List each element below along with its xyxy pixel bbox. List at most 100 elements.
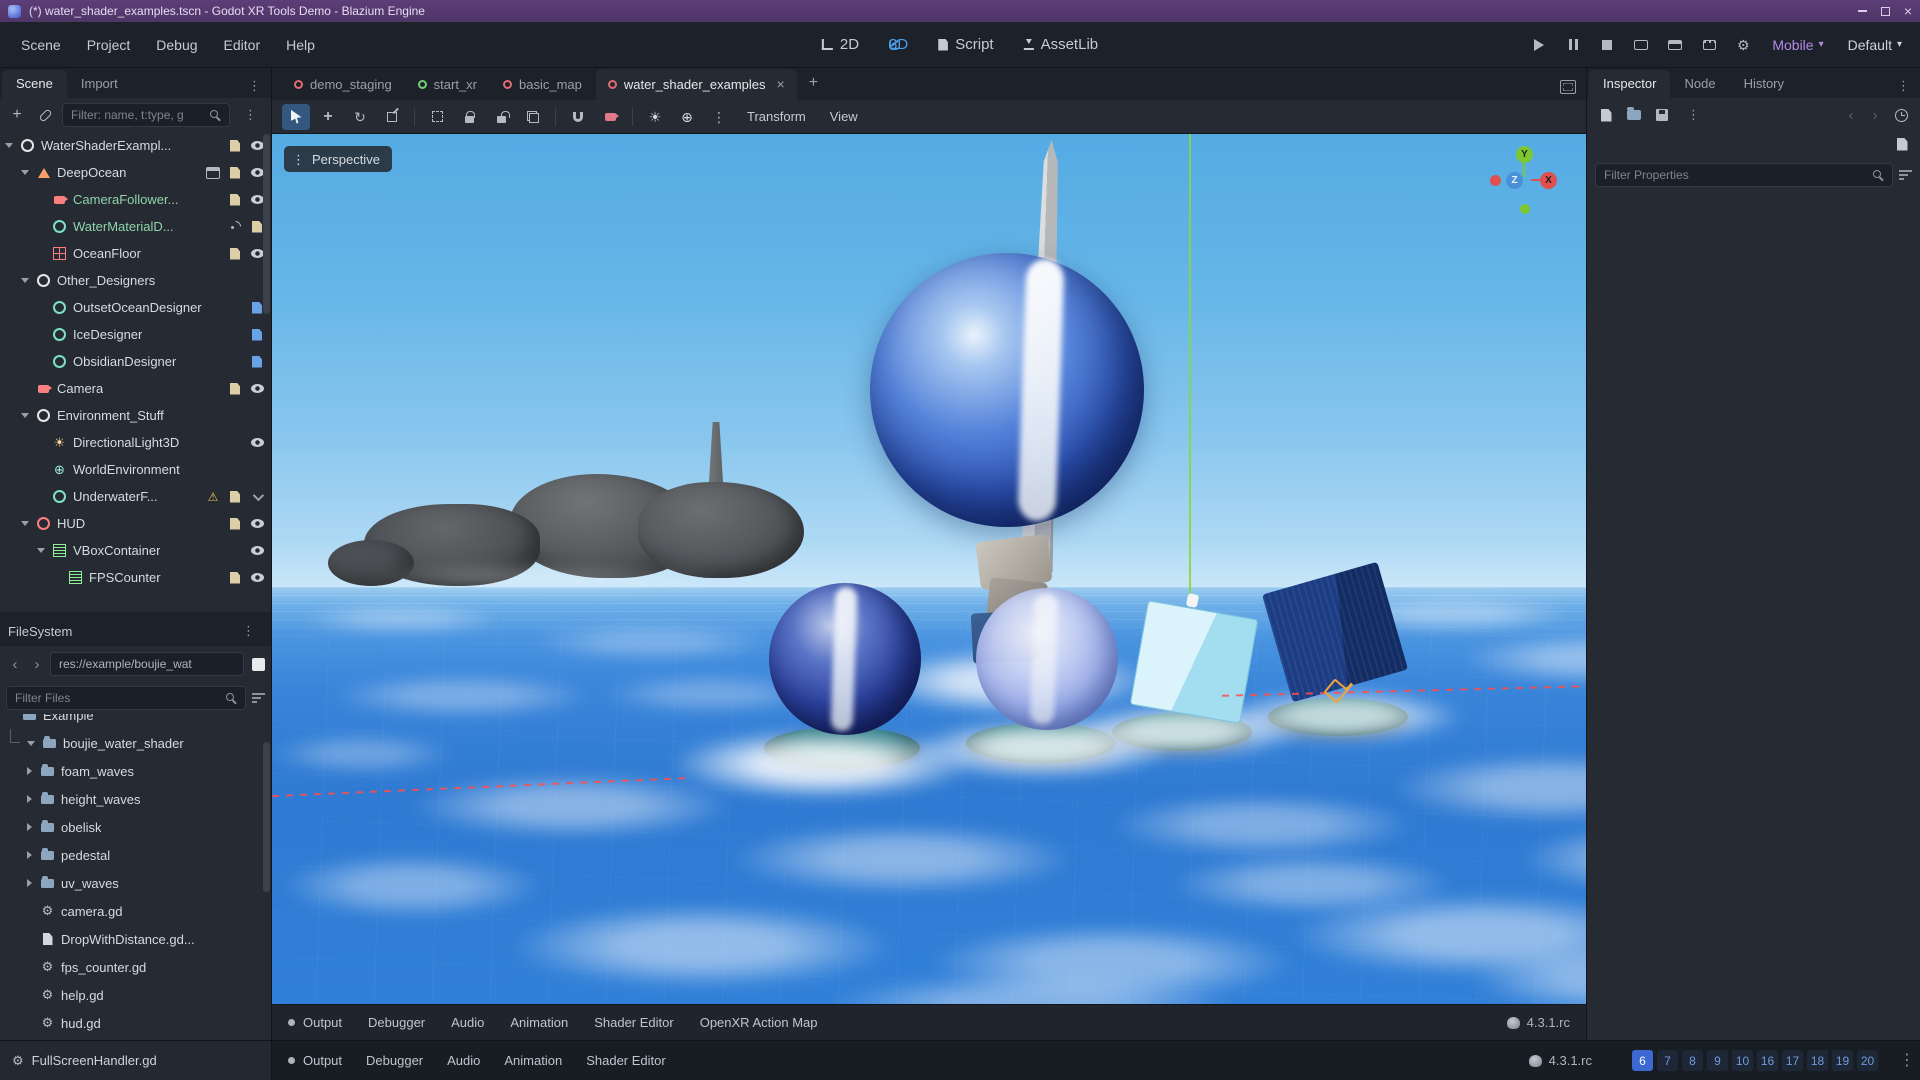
file-row[interactable]: uv_waves	[0, 869, 271, 897]
add-node-button[interactable]: +	[6, 104, 28, 126]
lock-node-button[interactable]	[455, 104, 483, 130]
page-button[interactable]: 17	[1782, 1050, 1803, 1071]
mode-2d[interactable]: 2D	[812, 30, 869, 59]
file-row[interactable]: foam_waves	[0, 757, 271, 785]
close-button[interactable]: ×	[1904, 6, 1912, 16]
scene-node-row[interactable]: Environment_Stuff	[0, 402, 271, 429]
play-scene-button[interactable]	[1696, 33, 1722, 57]
move-tool-button[interactable]: +	[314, 104, 342, 130]
page-button[interactable]: 16	[1757, 1050, 1778, 1071]
snap-toggle-button[interactable]	[564, 104, 592, 130]
sort-files-icon[interactable]	[252, 693, 265, 704]
statusbar-tab-output[interactable]: Output	[288, 1053, 342, 1068]
play-button[interactable]	[1526, 33, 1552, 57]
expand-arrow[interactable]	[20, 521, 30, 526]
scene-node-row[interactable]: FPSCounter	[0, 564, 271, 591]
scene-filter-input[interactable]	[62, 103, 230, 127]
file-row[interactable]: ⚙fps_counter.gd	[0, 953, 271, 981]
scene-tab-start_xr[interactable]: start_xr	[406, 70, 489, 100]
file-row[interactable]: ⚙hud.gd	[0, 1009, 271, 1037]
statusbar-tab-animation[interactable]: Animation	[504, 1053, 562, 1068]
page-button[interactable]: 10	[1732, 1050, 1753, 1071]
expand-arrow[interactable]	[26, 741, 36, 746]
statusbar-tab-debugger[interactable]: Debugger	[366, 1053, 423, 1068]
bottom-panel-tab-openxr-action-map[interactable]: OpenXR Action Map	[700, 1015, 818, 1030]
tool-script-icon[interactable]	[249, 327, 265, 343]
dock-options-button[interactable]: ⋮	[1889, 75, 1918, 98]
transform-menu[interactable]: Transform	[737, 104, 816, 129]
x-axis-ball[interactable]: X	[1540, 172, 1557, 189]
tab-import[interactable]: Import	[67, 70, 132, 98]
menu-help[interactable]: Help	[275, 32, 326, 58]
scene-node-row[interactable]: Camera	[0, 375, 271, 402]
preview-sun-button[interactable]: ☀	[641, 104, 669, 130]
visibility-eye-icon[interactable]	[249, 570, 265, 586]
scene-node-row[interactable]: ☀DirectionalLight3D	[0, 429, 271, 456]
scene-node-row[interactable]: Other_Designers	[0, 267, 271, 294]
load-resource-button[interactable]	[1623, 104, 1645, 126]
preview-environment-button[interactable]: ⊕	[673, 104, 701, 130]
script-icon[interactable]	[227, 381, 243, 397]
view-menu[interactable]: View	[820, 104, 868, 129]
stop-button[interactable]	[1594, 33, 1620, 57]
renderer-dropdown[interactable]: Default ▾	[1840, 33, 1910, 57]
new-resource-button[interactable]	[1595, 104, 1617, 126]
scene-node-row[interactable]: VBoxContainer	[0, 537, 271, 564]
mode-3d[interactable]: 3D	[879, 30, 918, 59]
visibility-eye-icon[interactable]	[249, 516, 265, 532]
menu-debug[interactable]: Debug	[145, 32, 208, 58]
neg-y-axis-ball[interactable]	[1520, 204, 1530, 214]
tab-inspector[interactable]: Inspector	[1589, 70, 1670, 98]
movie-maker-button[interactable]	[1662, 33, 1688, 57]
expand-arrow[interactable]	[36, 548, 46, 553]
statusbar-options-button[interactable]: ⋮	[1894, 1041, 1920, 1080]
visibility-eye-icon[interactable]	[249, 381, 265, 397]
minimize-button[interactable]	[1858, 10, 1867, 12]
bottom-panel-tab-output[interactable]: Output	[288, 1015, 342, 1030]
run-settings-button[interactable]: ⚙	[1730, 33, 1756, 57]
box-select-button[interactable]	[423, 104, 451, 130]
scene-node-row[interactable]: WaterShaderExampl...	[0, 132, 271, 159]
script-icon[interactable]	[227, 165, 243, 181]
script-icon[interactable]	[227, 516, 243, 532]
forward-button[interactable]: ›	[28, 653, 46, 675]
scene-node-row[interactable]: ObsidianDesigner	[0, 348, 271, 375]
3d-viewport[interactable]: ⋮ Perspective Y X Z	[272, 134, 1586, 1004]
expand-viewport-button[interactable]	[1560, 80, 1576, 94]
neg-x-axis-ball[interactable]	[1490, 175, 1501, 186]
axis-gizmo[interactable]: Y X Z	[1488, 144, 1564, 220]
expand-arrow[interactable]	[24, 767, 34, 775]
expand-arrow[interactable]	[20, 413, 30, 418]
scene-node-row[interactable]: IceDesigner	[0, 321, 271, 348]
bottom-panel-tab-animation[interactable]: Animation	[510, 1015, 568, 1030]
expand-arrow[interactable]	[24, 823, 34, 831]
expand-arrow[interactable]	[20, 170, 30, 175]
bottom-panel-tab-shader-editor[interactable]: Shader Editor	[594, 1015, 674, 1030]
page-button[interactable]: 7	[1657, 1050, 1678, 1071]
tool-script-icon[interactable]	[249, 354, 265, 370]
file-row[interactable]: pedestal	[0, 841, 271, 869]
script-panel-item[interactable]: ⚙ FullScreenHandler.gd	[0, 1041, 272, 1080]
filter-properties-input[interactable]	[1595, 163, 1893, 187]
bottom-panel-tab-debugger[interactable]: Debugger	[368, 1015, 425, 1030]
visibility-eye-icon[interactable]	[249, 435, 265, 451]
z-axis-ball[interactable]: Z	[1506, 172, 1523, 189]
file-row[interactable]: DropWithDistance.gd...	[0, 925, 271, 953]
scene-node-row[interactable]: CameraFollower...	[0, 186, 271, 213]
history-forward-button[interactable]: ›	[1866, 104, 1884, 126]
expand-arrow[interactable]	[24, 795, 34, 803]
scene-node-row[interactable]: OceanFloor	[0, 240, 271, 267]
close-tab-icon[interactable]: ×	[777, 76, 785, 92]
filter-files-input[interactable]	[6, 686, 246, 710]
property-options-icon[interactable]	[1899, 170, 1912, 181]
page-button[interactable]: 9	[1707, 1050, 1728, 1071]
unlock-node-button[interactable]	[487, 104, 515, 130]
expand-arrow[interactable]	[24, 879, 34, 887]
statusbar-tab-shader-editor[interactable]: Shader Editor	[586, 1053, 666, 1068]
scene-tab-basic_map[interactable]: basic_map	[491, 70, 594, 100]
save-resource-button[interactable]	[1651, 104, 1673, 126]
scene-node-row[interactable]: WaterMaterialD...	[0, 213, 271, 240]
menu-scene[interactable]: Scene	[10, 32, 72, 58]
history-button[interactable]	[1890, 104, 1912, 126]
open-docs-button[interactable]	[1890, 132, 1914, 156]
